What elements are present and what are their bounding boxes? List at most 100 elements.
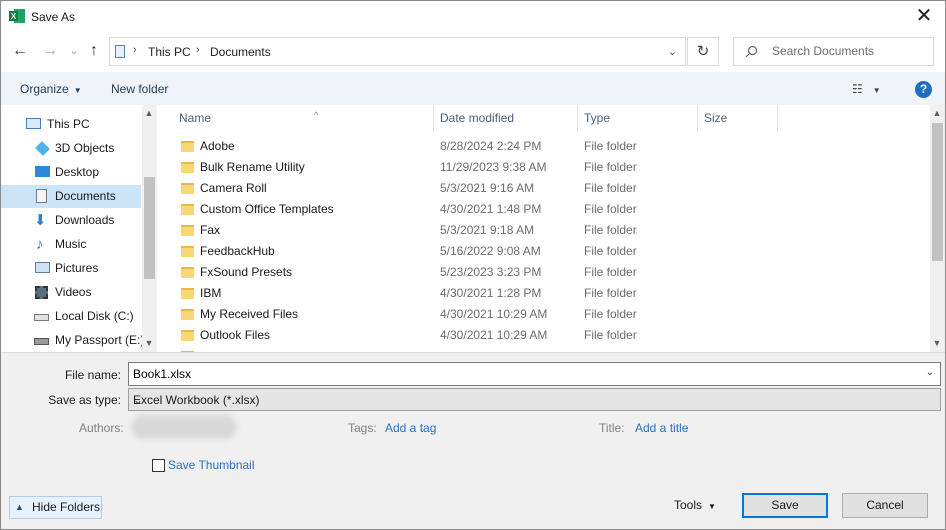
sidebar-item-this-pc[interactable]: This PC — [1, 113, 141, 136]
help-button[interactable]: ? — [915, 81, 932, 98]
save-thumbnail-checkbox[interactable] — [152, 459, 165, 472]
pc-icon — [26, 118, 41, 129]
list-item[interactable]: Outlook Files 4/30/2021 10:29 AM File fold… — [174, 325, 794, 346]
sidebar-item-label: Local Disk (C:) — [55, 309, 134, 323]
column-header-type[interactable]: Type — [579, 105, 698, 131]
scroll-down-icon[interactable]: ▼ — [930, 338, 944, 348]
scroll-up-icon[interactable]: ▲ — [930, 108, 944, 118]
column-header-date[interactable]: Date modified — [435, 105, 578, 131]
list-item[interactable]: Adobe 8/28/2024 2:24 PM File folder — [174, 136, 794, 157]
back-button[interactable]: ← — [11, 41, 29, 61]
sidebar-item-3d-objects[interactable]: 3D Objects — [1, 137, 141, 160]
back-arrow-icon[interactable]: ← — [12, 42, 28, 59]
sidebar-item-pictures[interactable]: Pictures — [1, 257, 141, 280]
column-header-size[interactable]: Size — [699, 105, 778, 131]
breadcrumb-documents[interactable]: Documents — [210, 45, 271, 59]
forward-button[interactable]: → — [41, 41, 59, 61]
column-header-name[interactable]: Name ^ — [174, 105, 434, 131]
organize-label[interactable]: Organize — [20, 82, 69, 96]
folder-icon — [181, 288, 194, 299]
list-item[interactable]: FxSound Presets 5/23/2023 3:23 PM File fol… — [174, 262, 794, 283]
file-date: 8/28/2024 2:24 PM — [440, 139, 542, 153]
up-button[interactable]: ↑ — [85, 41, 103, 61]
folder-icon — [181, 141, 194, 152]
list-item[interactable]: Camera Roll 5/3/2021 9:16 AM File folder — [174, 178, 794, 199]
authors-value-redacted[interactable] — [131, 415, 237, 439]
file-type: File folder — [584, 202, 637, 216]
search-input[interactable] — [772, 44, 922, 58]
sidebar-item-documents[interactable]: Documents — [1, 185, 141, 208]
sidebar-item-videos[interactable]: Videos — [1, 281, 141, 304]
file-type: File folder — [584, 160, 637, 174]
caret-down-icon[interactable]: ▼ — [873, 86, 881, 95]
column-header-label: Name — [179, 111, 212, 125]
list-item[interactable]: My Received Files 4/30/2021 10:29 AM File … — [174, 304, 794, 325]
list-item[interactable]: Bulk Rename Utility 11/29/2023 9:38 AM Fil… — [174, 157, 794, 178]
file-name-input[interactable] — [133, 367, 903, 381]
close-icon[interactable]: ✕ — [916, 5, 933, 27]
music-icon: ♪ — [36, 236, 44, 253]
address-bar[interactable]: › This PC › Documents ⌄ — [109, 37, 686, 66]
refresh-icon[interactable]: ↻ — [697, 43, 710, 60]
folder-icon — [181, 225, 194, 236]
cancel-button[interactable]: Cancel — [842, 493, 928, 518]
recent-locations-button[interactable]: ⌄ — [65, 41, 83, 61]
sidebar-item-music[interactable]: ♪ Music — [1, 233, 141, 256]
save-thumbnail-label[interactable]: Save Thumbnail — [168, 458, 255, 472]
videos-icon — [35, 286, 48, 299]
search-box[interactable] — [733, 37, 934, 66]
file-type: File folder — [584, 244, 637, 258]
scroll-down-icon[interactable]: ▼ — [142, 338, 156, 348]
navigation-pane: This PC 3D Objects Desktop Documents ⬇ D… — [1, 105, 157, 352]
up-arrow-icon[interactable]: ↑ — [90, 42, 98, 59]
add-tag-link[interactable]: Add a tag — [385, 421, 436, 435]
file-list-scroll-thumb[interactable] — [932, 123, 943, 261]
caret-down-icon: ▼ — [73, 86, 82, 95]
sidebar-item-my-passport[interactable]: My Passport (E:) — [1, 329, 144, 352]
save-type-label: Save as type: — [48, 393, 121, 407]
chevron-down-icon[interactable]: ⌄ — [69, 45, 78, 57]
hide-folders-button[interactable]: ▲ Hide Folders — [9, 496, 102, 519]
sidebar-item-downloads[interactable]: ⬇ Downloads — [1, 209, 141, 232]
address-dropdown-icon[interactable]: ⌄ — [668, 45, 677, 58]
sidebar-scroll-thumb[interactable] — [144, 177, 155, 279]
file-name-field[interactable]: ⌄ — [128, 362, 941, 386]
file-list: Name ^ Date modified Type Size Adobe 8/28/… — [159, 105, 932, 352]
tools-menu[interactable]: Tools ▼ — [674, 498, 716, 512]
caret-down-icon[interactable]: ▼ — [708, 502, 716, 511]
pictures-icon — [35, 262, 50, 273]
file-name: Fax — [200, 223, 221, 237]
save-button[interactable]: Save — [742, 493, 828, 518]
save-options-panel: File name: ⌄ Save as type: Excel Workboo… — [1, 352, 945, 529]
tools-label[interactable]: Tools — [674, 498, 702, 512]
list-item[interactable]: Fax 5/3/2021 9:18 AM File folder — [174, 220, 794, 241]
documents-icon — [36, 189, 47, 203]
sidebar-item-local-disk[interactable]: Local Disk (C:) — [1, 305, 141, 328]
sidebar-item-desktop[interactable]: Desktop — [1, 161, 141, 184]
add-title-link[interactable]: Add a title — [635, 421, 688, 435]
details-view-icon[interactable]: ☷ — [852, 82, 863, 96]
sidebar-scrollbar[interactable]: ▲ ▼ — [142, 105, 157, 352]
forward-arrow-icon[interactable]: → — [42, 42, 58, 59]
navigation-bar: ← → ⌄ ↑ › This PC › Documents ⌄ ↻ — [1, 32, 945, 72]
list-item[interactable]: FeedbackHub 5/16/2022 9:08 AM File folder — [174, 241, 794, 262]
change-view-button[interactable]: ☷ ▼ — [852, 82, 881, 96]
file-name: IBM — [200, 286, 222, 300]
list-item[interactable]: IBM 4/30/2021 1:28 PM File folder — [174, 283, 794, 304]
file-type: File folder — [584, 307, 637, 321]
close-button[interactable]: ✕ — [913, 6, 935, 28]
sidebar-item-label: Documents — [55, 189, 116, 203]
list-item[interactable]: Custom Office Templates 4/30/2021 1:48 PM… — [174, 199, 794, 220]
new-folder-button[interactable]: New folder — [111, 82, 168, 96]
chevron-down-icon[interactable]: ⌄ — [133, 393, 934, 407]
scroll-up-icon[interactable]: ▲ — [142, 108, 156, 118]
sidebar-item-label: This PC — [47, 117, 90, 131]
organize-menu[interactable]: Organize ▼ — [20, 82, 82, 96]
title-bar: X Save As ✕ — [1, 1, 945, 32]
refresh-button[interactable]: ↻ — [687, 37, 719, 66]
chevron-down-icon[interactable]: ⌄ — [926, 367, 934, 378]
save-type-select[interactable]: Excel Workbook (*.xlsx) ⌄ — [128, 388, 941, 411]
breadcrumb-this-pc[interactable]: This PC — [148, 45, 191, 59]
file-list-scrollbar[interactable]: ▲ ▼ — [930, 105, 945, 352]
search-icon — [745, 45, 758, 58]
